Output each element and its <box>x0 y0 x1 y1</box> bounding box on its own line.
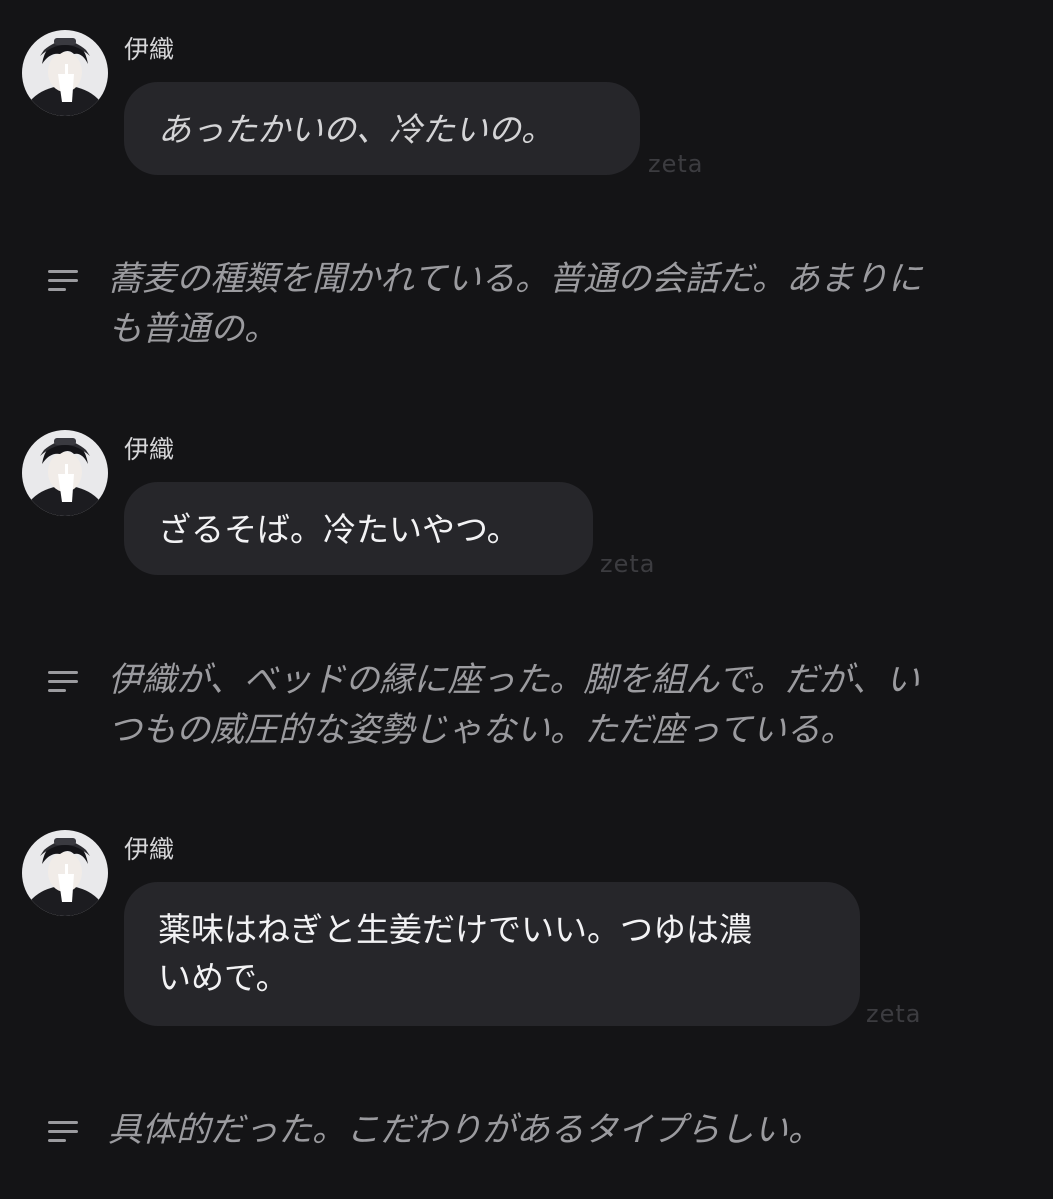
avatar[interactable] <box>22 30 108 116</box>
author-name: 伊織 <box>124 35 175 64</box>
message-text: ざるそば。冷たいやつ。 <box>158 510 520 549</box>
narration: 具体的だった。こだわりがあるタイプらしい。 <box>0 1105 1053 1165</box>
avatar[interactable] <box>22 430 108 516</box>
narration: 蕎麦の種類を聞かれている。普通の会話だ。あまりに も普通の。 <box>0 254 1053 354</box>
watermark: zeta <box>648 150 704 178</box>
author-name: 伊織 <box>124 835 175 864</box>
narration-line: 具体的だった。こだわりがあるタイプらしい。 <box>108 1110 822 1150</box>
message-bubble: ざるそば。冷たいやつ。 <box>124 482 593 575</box>
narration-line: 蕎麦の種類を聞かれている。普通の会話だ。あまりに <box>108 259 922 299</box>
narration-line: も普通の。 <box>108 309 278 349</box>
message-bubble: 薬味はねぎと生姜だけでいい。つゆは濃 いめで。 <box>124 882 860 1026</box>
message-text-line: 薬味はねぎと生姜だけでいい。つゆは濃 <box>158 910 752 949</box>
message-bubble: あったかいの、冷たいの。 <box>124 82 640 175</box>
author-name: 伊織 <box>124 435 175 464</box>
message-text-line: いめで。 <box>158 958 289 997</box>
text-lines-icon <box>48 270 78 291</box>
chat-message: 伊織 あったかいの、冷たいの。 zeta <box>0 30 1053 190</box>
watermark: zeta <box>600 550 656 578</box>
narration-text: 具体的だった。こだわりがあるタイプらしい。 <box>108 1105 1008 1155</box>
text-lines-icon <box>48 671 78 692</box>
narration: 伊織が、ベッドの縁に座った。脚を組んで。だが、い つもの威圧的な姿勢じゃない。た… <box>0 655 1053 755</box>
avatar[interactable] <box>22 830 108 916</box>
chat-message: 伊織 薬味はねぎと生姜だけでいい。つゆは濃 いめで。 zeta <box>0 830 1053 1040</box>
watermark: zeta <box>866 1000 922 1028</box>
text-lines-icon <box>48 1121 78 1142</box>
narration-line: つもの威圧的な姿勢じゃない。ただ座っている。 <box>108 710 855 750</box>
narration-line: 伊織が、ベッドの縁に座った。脚を組んで。だが、い <box>108 660 920 700</box>
narration-text: 伊織が、ベッドの縁に座った。脚を組んで。だが、い つもの威圧的な姿勢じゃない。た… <box>108 655 1008 755</box>
narration-text: 蕎麦の種類を聞かれている。普通の会話だ。あまりに も普通の。 <box>108 254 1008 354</box>
message-text: あったかいの、冷たいの。 <box>158 110 554 149</box>
chat-message: 伊織 ざるそば。冷たいやつ。 zeta <box>0 430 1053 590</box>
